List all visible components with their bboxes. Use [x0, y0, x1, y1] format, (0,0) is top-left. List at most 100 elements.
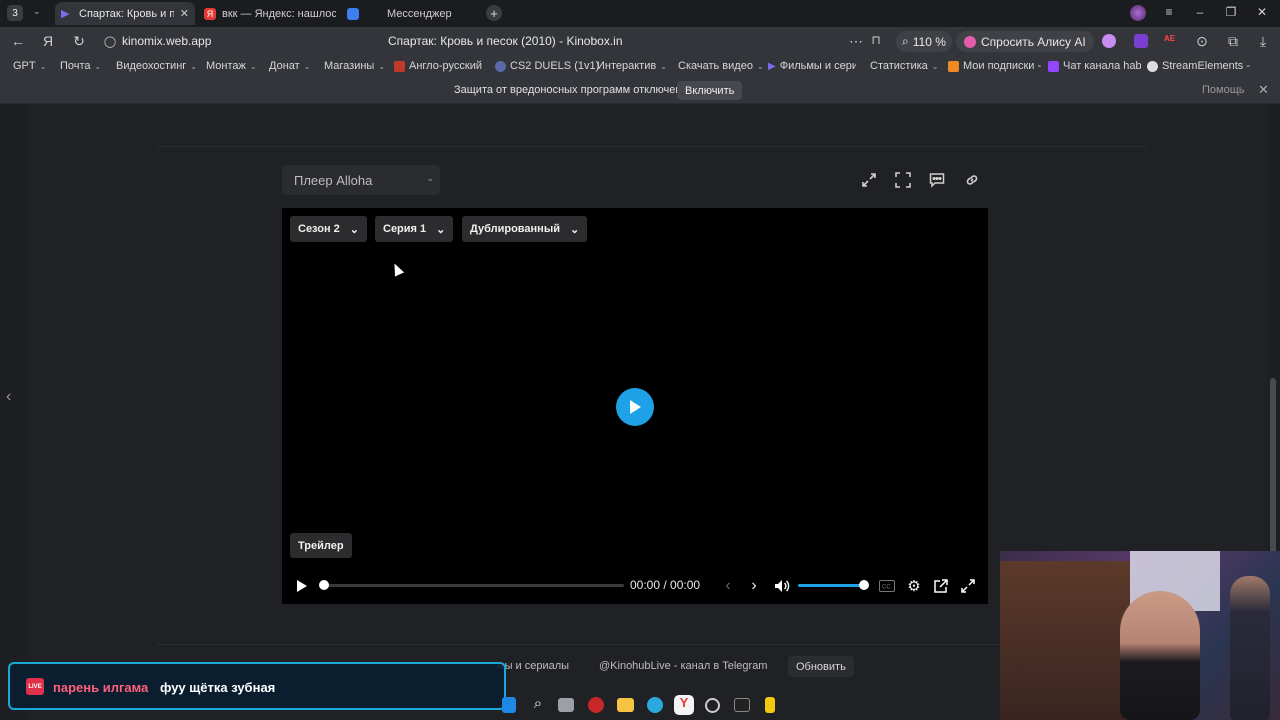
- player-selector[interactable]: Плеер Alloha ⌄: [282, 165, 440, 195]
- tab-yandex[interactable]: Я вкк — Яндекс: нашлось 4: [198, 2, 336, 25]
- bookmark-label: Англо-русский ол: [409, 60, 485, 72]
- volume-slider[interactable]: [798, 584, 864, 587]
- bookmark-download-video[interactable]: Скачать видео ⌄: [678, 60, 764, 72]
- bookmark-interactive[interactable]: Интерактив ⌄: [597, 60, 667, 72]
- bookmark-mail[interactable]: Почта ⌄: [60, 60, 101, 72]
- bookmark-cs2-duels[interactable]: CS2 DUELS (1v1): [495, 60, 599, 72]
- help-link[interactable]: Помощь: [1202, 84, 1245, 96]
- extension-icon[interactable]: [1134, 34, 1148, 48]
- task-view-icon[interactable]: [558, 698, 574, 712]
- bookmark-streamelements[interactable]: StreamElements -: [1147, 60, 1250, 72]
- bookmark-shops[interactable]: Магазины ⌄: [324, 60, 385, 72]
- collections-icon[interactable]: ⧉: [1224, 33, 1242, 50]
- refresh-button[interactable]: Обновить: [788, 656, 854, 677]
- extension-icon[interactable]: AE: [1164, 34, 1180, 48]
- search-icon[interactable]: ⌕: [528, 695, 548, 715]
- play-icon[interactable]: [292, 576, 312, 596]
- tab-messenger[interactable]: Мессенджер: [341, 2, 481, 25]
- media-icon[interactable]: ⊙: [1193, 33, 1211, 50]
- bookmark-subscriptions[interactable]: Мои подписки - E: [948, 60, 1045, 72]
- bookmark-label: Статистика: [870, 60, 928, 72]
- yandex-browser-icon[interactable]: Y: [674, 695, 694, 715]
- popout-icon[interactable]: [931, 576, 951, 596]
- season-select[interactable]: Сезон 2 ⌄: [290, 216, 368, 242]
- close-window-icon[interactable]: ✕: [1253, 5, 1271, 19]
- messenger-icon: [347, 7, 359, 20]
- bookmark-donate[interactable]: Донат ⌄: [269, 60, 310, 72]
- chevron-left-icon[interactable]: ‹: [6, 388, 11, 406]
- bookmark-gpt[interactable]: GPT ⌄: [13, 60, 46, 72]
- app-icon[interactable]: [765, 697, 775, 713]
- divider: [157, 146, 1147, 147]
- tab-count-badge[interactable]: 3: [7, 5, 23, 21]
- live-badge-icon: LIVE: [26, 678, 44, 695]
- volume-handle[interactable]: [859, 580, 869, 590]
- twitch-icon: [1048, 60, 1059, 72]
- profile-icon[interactable]: [1130, 5, 1146, 21]
- trailer-button[interactable]: Трейлер: [290, 533, 352, 558]
- more-icon[interactable]: ⋯: [847, 33, 865, 50]
- ask-alisa-button[interactable]: Спросить Алису AI: [956, 31, 1094, 52]
- svg-text:CC: CC: [882, 585, 891, 591]
- volume-icon[interactable]: [772, 576, 792, 596]
- bookmark-video-hosting[interactable]: Видеохостинг ⌄: [116, 60, 197, 72]
- fullscreen-icon[interactable]: [958, 576, 978, 596]
- bookmark-chat-channel[interactable]: Чат канала habar: [1048, 60, 1141, 72]
- new-tab-button[interactable]: +: [486, 5, 502, 21]
- telegram-icon[interactable]: [647, 697, 663, 713]
- url-field[interactable]: kinomix.web.app: [122, 34, 211, 48]
- bookmark-dictionary[interactable]: Англо-русский ол: [394, 60, 485, 72]
- next-episode-icon[interactable]: ›: [744, 576, 764, 596]
- chevron-down-icon: ⌄: [569, 223, 580, 236]
- bookmark-movies[interactable]: ▶Фильмы и сериал: [768, 60, 856, 72]
- zoom-indicator[interactable]: ⌕ 110 %: [896, 31, 952, 52]
- site-info-icon[interactable]: ◯: [101, 35, 119, 48]
- time-display: 00:00 / 00:00: [630, 578, 701, 592]
- minimize-icon[interactable]: –: [1191, 5, 1209, 19]
- enable-protection-button[interactable]: Включить: [677, 81, 743, 100]
- chat-message-overlay: LIVE парень илгама фуу щётка зубная: [8, 662, 506, 710]
- tab-list-chevron-icon[interactable]: ⌄: [33, 6, 41, 17]
- settings-icon[interactable]: ⚙: [904, 576, 924, 596]
- infobar-message: Защита от вредоносных программ отключена: [454, 84, 688, 96]
- download-icon[interactable]: ⤓: [1254, 33, 1272, 50]
- close-infobar-icon[interactable]: ✕: [1258, 82, 1269, 98]
- progress-bar[interactable]: [322, 584, 624, 587]
- link-icon[interactable]: [957, 165, 987, 195]
- comments-icon[interactable]: [922, 165, 952, 195]
- footer-link-movies[interactable]: мы и сериалы: [497, 660, 569, 672]
- dub-select[interactable]: Дублированный ⌄: [462, 216, 588, 242]
- fullscreen-icon[interactable]: [888, 165, 918, 195]
- bookmark-statistics[interactable]: Статистика ⌄: [870, 60, 938, 72]
- expand-icon[interactable]: [854, 165, 884, 195]
- tab-spartacus[interactable]: ▶ Спартак: Кровь и песок ✕: [55, 2, 195, 25]
- close-tab-icon[interactable]: ✕: [180, 7, 189, 20]
- menu-icon[interactable]: ≡: [1160, 5, 1178, 19]
- yandex-home-icon[interactable]: Я: [39, 33, 57, 49]
- reload-icon[interactable]: ↻: [70, 33, 88, 50]
- restore-icon[interactable]: ❐: [1222, 5, 1240, 19]
- webcam-overlay: [1000, 551, 1280, 720]
- footer-link-telegram[interactable]: @KinohubLive - канал в Telegram: [599, 660, 767, 672]
- windows-start-icon[interactable]: [502, 697, 516, 713]
- player-controls: 00:00 / 00:00 ‹ › CC ⚙: [282, 570, 988, 600]
- previous-episode-icon[interactable]: ‹: [718, 576, 738, 596]
- yandex-icon: Я: [204, 7, 216, 20]
- episode-select[interactable]: Серия 1 ⌄: [375, 216, 454, 242]
- extension-icon[interactable]: [1102, 34, 1116, 48]
- video-player[interactable]: Сезон 2 ⌄ Серия 1 ⌄ Дублированный ⌄ Трейлер…: [282, 208, 988, 604]
- app-icon[interactable]: [588, 697, 604, 713]
- bookmark-icon[interactable]: ⊓: [867, 33, 885, 47]
- back-icon[interactable]: ←: [9, 33, 27, 49]
- terminal-icon[interactable]: [734, 698, 750, 712]
- bookmark-editing[interactable]: Монтаж ⌄: [206, 60, 257, 72]
- streamelements-icon: [1147, 60, 1158, 72]
- obs-icon[interactable]: [705, 698, 720, 713]
- big-play-button[interactable]: [616, 388, 654, 426]
- bookmark-label: StreamElements -: [1162, 60, 1251, 72]
- subtitles-icon[interactable]: CC: [877, 576, 897, 596]
- security-infobar: Защита от вредоносных программ отключена…: [0, 78, 1280, 104]
- progress-handle[interactable]: [319, 580, 329, 590]
- folder-icon[interactable]: [617, 698, 634, 712]
- zoom-value: 110 %: [912, 34, 946, 49]
